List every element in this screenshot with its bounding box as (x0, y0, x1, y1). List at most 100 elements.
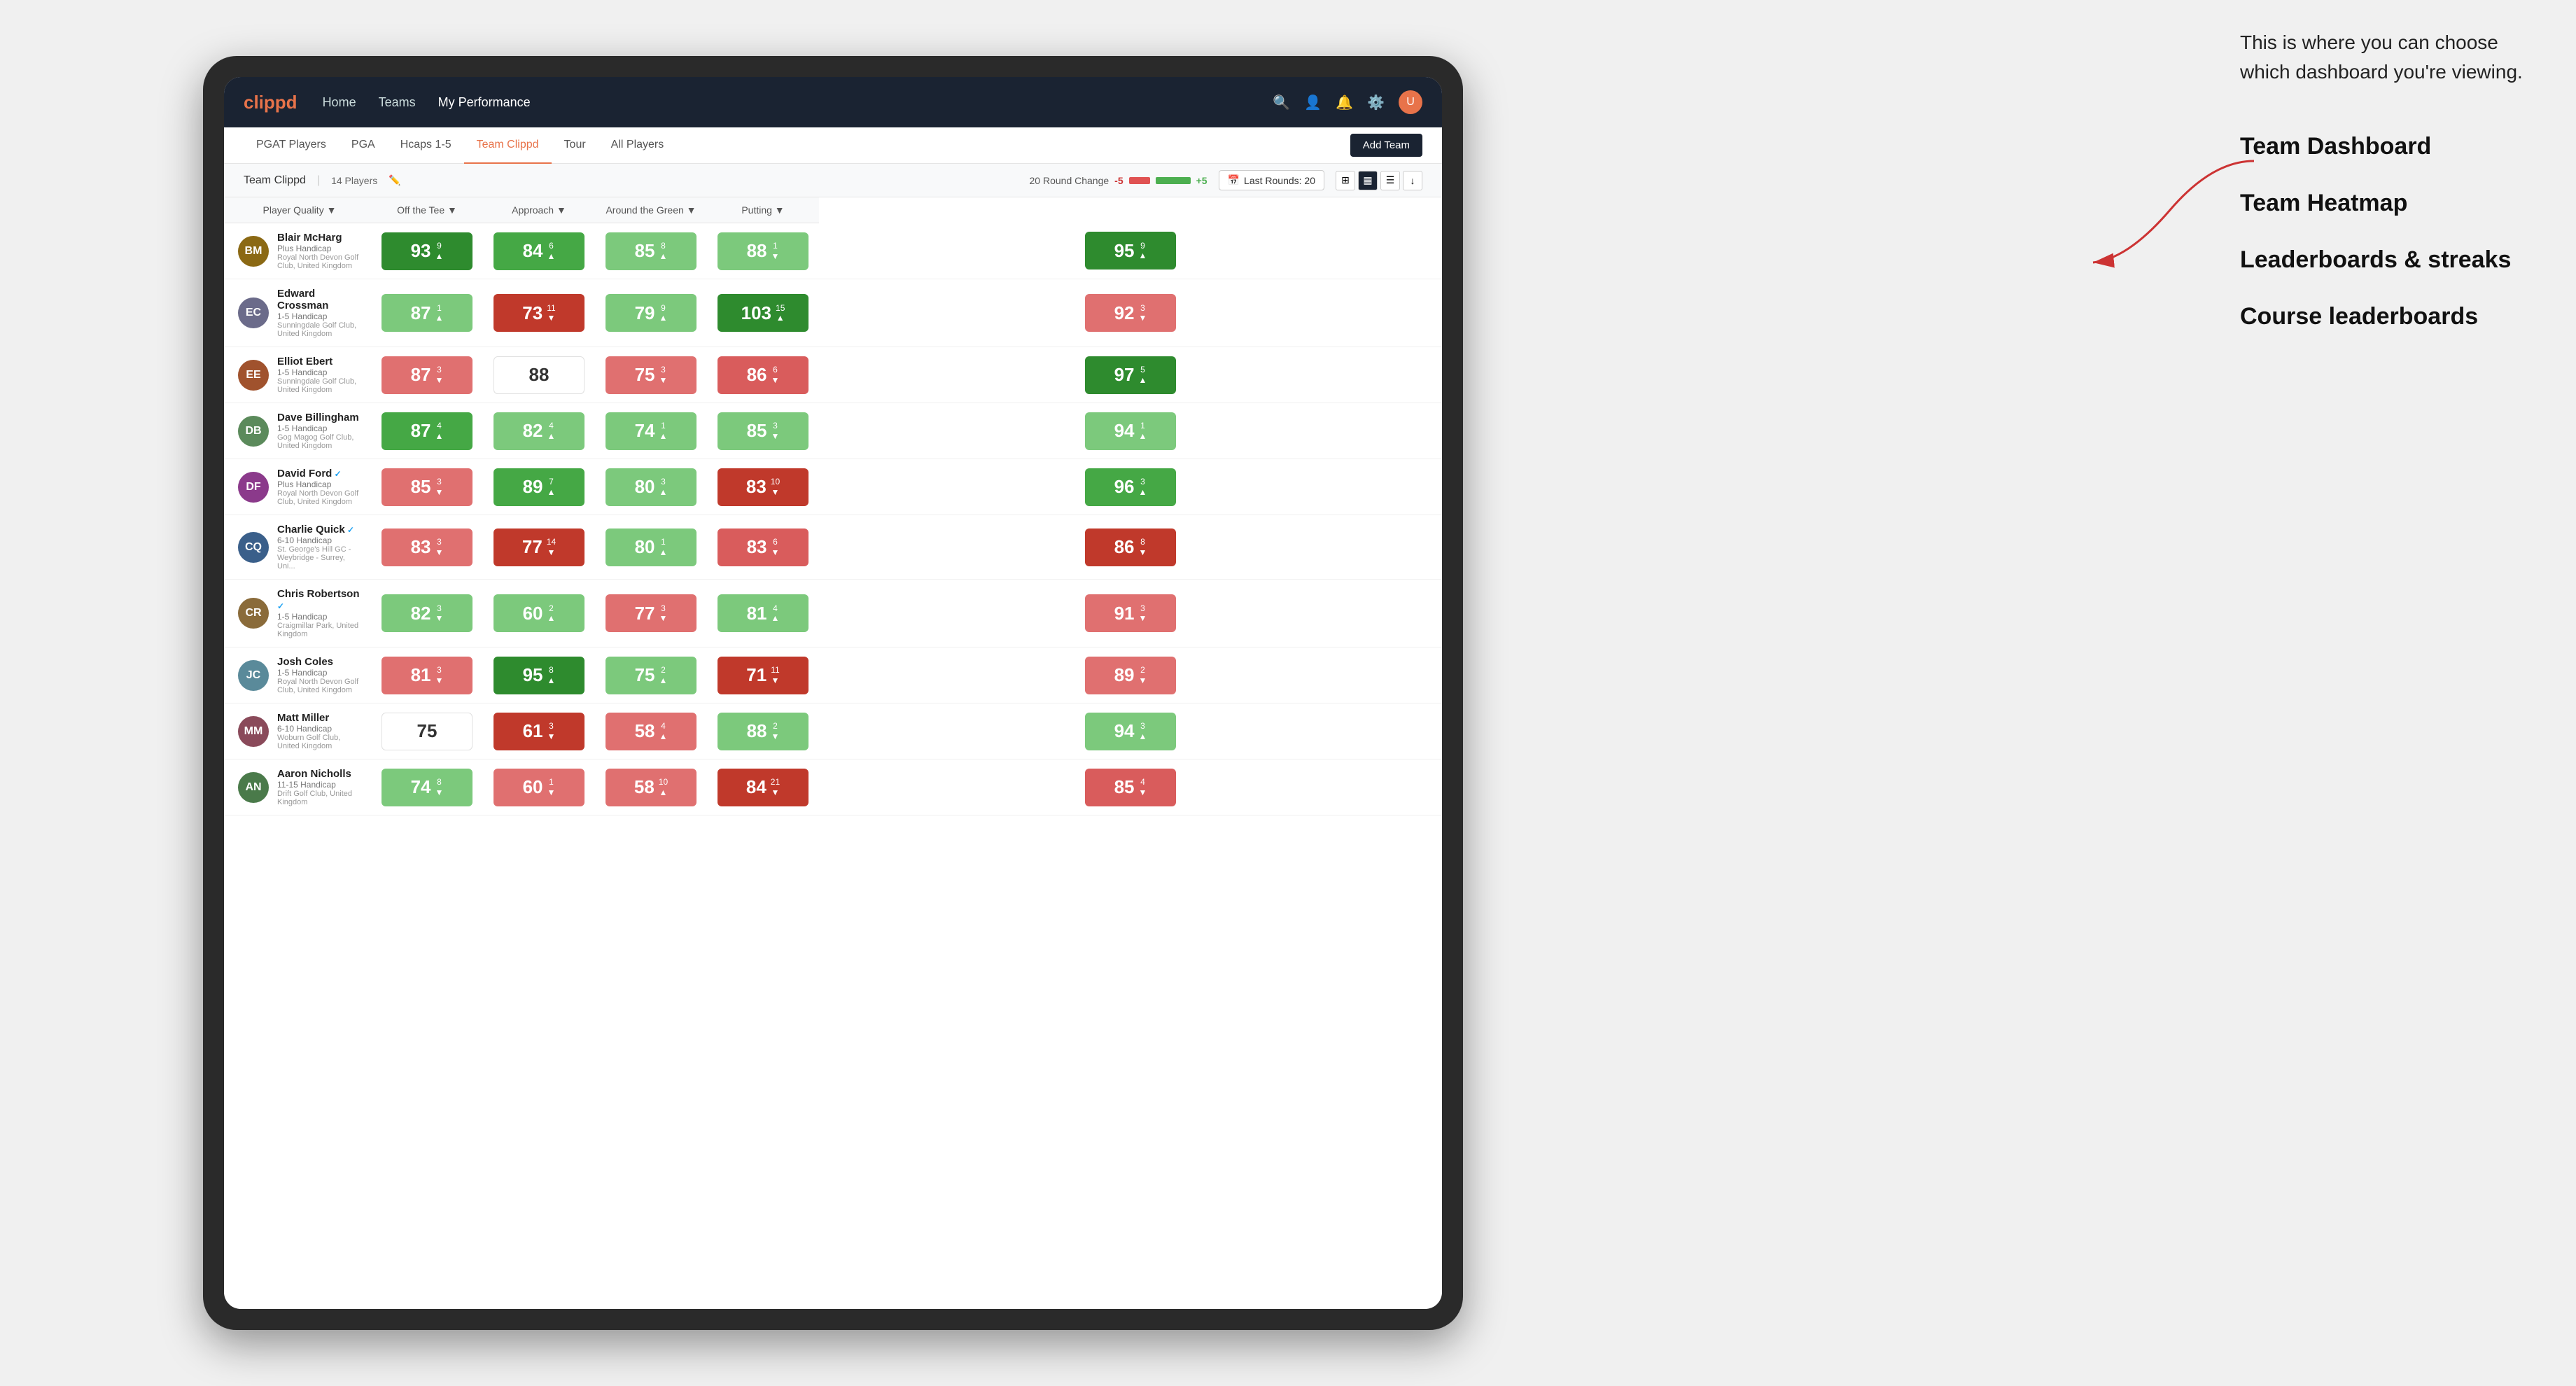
player-club: Gog Magog Golf Club, United Kingdom (277, 433, 361, 450)
table-row[interactable]: ANAaron Nicholls11-15 HandicapDrift Golf… (224, 760, 1442, 816)
score-change: 3▼ (1139, 303, 1147, 323)
table-row[interactable]: JCJosh Coles1-5 HandicapRoyal North Devo… (224, 648, 1442, 704)
table-row[interactable]: DFDavid Ford ✓Plus HandicapRoyal North D… (224, 459, 1442, 515)
dashboard-option-3: Course leaderboards (2240, 299, 2534, 335)
score-value: 85 (1114, 776, 1135, 798)
round-change-info: 20 Round Change -5 +5 (1030, 175, 1208, 186)
export-button[interactable]: ↓ (1403, 171, 1422, 190)
team-name-label: Team Clippd (244, 174, 306, 187)
player-cell-3: DBDave Billingham1-5 HandicapGog Magog G… (224, 403, 371, 458)
score-value: 81 (411, 664, 431, 686)
tab-pga[interactable]: PGA (339, 127, 388, 164)
score-value: 97 (1114, 364, 1135, 386)
col-header-player[interactable]: Player Quality ▼ (224, 197, 371, 223)
score-cell-2: 741▲ (595, 403, 707, 459)
score-change: 21▼ (771, 777, 780, 797)
last-rounds-button[interactable]: 📅 Last Rounds: 20 (1219, 170, 1324, 190)
score-box: 7714▼ (493, 528, 584, 566)
score-box: 7111▼ (718, 657, 808, 694)
score-box: 584▲ (606, 713, 696, 750)
score-value: 79 (635, 302, 655, 324)
player-cell-8: MMMatt Miller6-10 HandicapWoburn Golf Cl… (224, 704, 371, 759)
score-cell-4: 854▼ (819, 760, 1442, 816)
player-club: Royal North Devon Golf Club, United King… (277, 678, 361, 694)
table-row[interactable]: CRChris Robertson ✓1-5 HandicapCraigmill… (224, 580, 1442, 648)
col-header-around-green[interactable]: Around the Green ▼ (595, 197, 707, 223)
player-club: St. George's Hill GC - Weybridge - Surre… (277, 545, 361, 570)
score-change: 14▼ (547, 537, 556, 557)
secondary-nav-links: PGAT Players PGA Hcaps 1-5 Team Clippd T… (244, 127, 1350, 164)
top-navigation: clippd Home Teams My Performance 🔍 👤 🔔 ⚙… (224, 77, 1442, 127)
settings-icon[interactable]: ⚙️ (1367, 94, 1385, 111)
tab-all-players[interactable]: All Players (598, 127, 677, 164)
score-change: 8▼ (435, 777, 444, 797)
profile-icon[interactable]: 👤 (1304, 94, 1322, 111)
score-box: 958▲ (493, 657, 584, 694)
player-info: Josh Coles1-5 HandicapRoyal North Devon … (277, 656, 361, 694)
score-value: 87 (411, 302, 431, 324)
user-avatar[interactable]: U (1399, 90, 1422, 114)
player-table-container: Player Quality ▼ Off the Tee ▼ Approach … (224, 197, 1442, 1309)
score-change: 9▲ (659, 303, 668, 323)
table-row[interactable]: CQCharlie Quick ✓6-10 HandicapSt. George… (224, 515, 1442, 580)
score-cell-4: 963▲ (819, 459, 1442, 515)
edit-team-icon[interactable]: ✏️ (388, 174, 400, 186)
score-value: 77 (635, 603, 655, 624)
table-row[interactable]: EEElliot Ebert1-5 HandicapSunningdale Go… (224, 347, 1442, 403)
player-club: Drift Golf Club, United Kingdom (277, 790, 361, 806)
score-change: 1▲ (435, 303, 444, 323)
grid-view-button[interactable]: ⊞ (1336, 171, 1355, 190)
score-cell-2: 803▲ (595, 459, 707, 515)
col-header-putting[interactable]: Putting ▼ (707, 197, 819, 223)
player-name: Dave Billingham (277, 412, 361, 424)
score-cell-3: 836▼ (707, 515, 819, 580)
player-name: Charlie Quick ✓ (277, 524, 361, 536)
table-row[interactable]: BMBlair McHargPlus HandicapRoyal North D… (224, 223, 1442, 279)
player-handicap: Plus Handicap (277, 244, 361, 253)
score-box: 613▼ (493, 713, 584, 750)
nav-my-performance[interactable]: My Performance (438, 95, 531, 110)
tab-pgat-players[interactable]: PGAT Players (244, 127, 339, 164)
player-cell-6: CRChris Robertson ✓1-5 HandicapCraigmill… (224, 580, 371, 647)
table-row[interactable]: DBDave Billingham1-5 HandicapGog Magog G… (224, 403, 1442, 459)
score-cell-0: 748▼ (371, 760, 483, 816)
score-change: 11▼ (771, 665, 779, 685)
score-value: 85 (747, 420, 767, 442)
col-header-off-tee[interactable]: Off the Tee ▼ (371, 197, 483, 223)
score-cell-3: 7111▼ (707, 648, 819, 704)
score-cell-3: 814▲ (707, 580, 819, 648)
nav-teams[interactable]: Teams (379, 95, 416, 110)
score-value: 73 (522, 302, 542, 324)
score-change: 11▼ (547, 303, 555, 323)
add-team-button[interactable]: Add Team (1350, 134, 1422, 157)
list-view-button[interactable]: ☰ (1380, 171, 1400, 190)
player-name: Chris Robertson ✓ (277, 588, 361, 612)
score-box: 814▲ (718, 594, 808, 632)
score-cell-0: 873▼ (371, 347, 483, 403)
search-icon[interactable]: 🔍 (1273, 94, 1290, 111)
score-cell-1: 602▲ (483, 580, 595, 648)
score-cell-4: 941▲ (819, 403, 1442, 459)
negative-bar (1129, 177, 1150, 184)
table-row[interactable]: MMMatt Miller6-10 HandicapWoburn Golf Cl… (224, 704, 1442, 760)
col-header-approach[interactable]: Approach ▼ (483, 197, 595, 223)
score-change: 5▲ (1139, 365, 1147, 385)
tab-team-clippd[interactable]: Team Clippd (464, 127, 552, 164)
nav-home[interactable]: Home (323, 95, 356, 110)
table-row[interactable]: ECEdward Crossman1-5 HandicapSunningdale… (224, 279, 1442, 347)
notifications-icon[interactable]: 🔔 (1336, 94, 1353, 111)
tab-hcaps[interactable]: Hcaps 1-5 (388, 127, 464, 164)
player-handicap: 1-5 Handicap (277, 612, 361, 622)
player-cell-1: ECEdward Crossman1-5 HandicapSunningdale… (224, 279, 371, 346)
score-cell-2: 584▲ (595, 704, 707, 760)
player-name: Edward Crossman (277, 288, 361, 312)
player-name: David Ford ✓ (277, 468, 361, 479)
tab-tour[interactable]: Tour (552, 127, 598, 164)
score-value: 74 (411, 776, 431, 798)
secondary-navigation: PGAT Players PGA Hcaps 1-5 Team Clippd T… (224, 127, 1442, 164)
score-change: 3▲ (659, 477, 668, 497)
score-box: 836▼ (718, 528, 808, 566)
score-box: 882▼ (718, 713, 808, 750)
heatmap-view-button[interactable]: ▦ (1358, 171, 1378, 190)
round-change-label: 20 Round Change (1030, 175, 1110, 186)
